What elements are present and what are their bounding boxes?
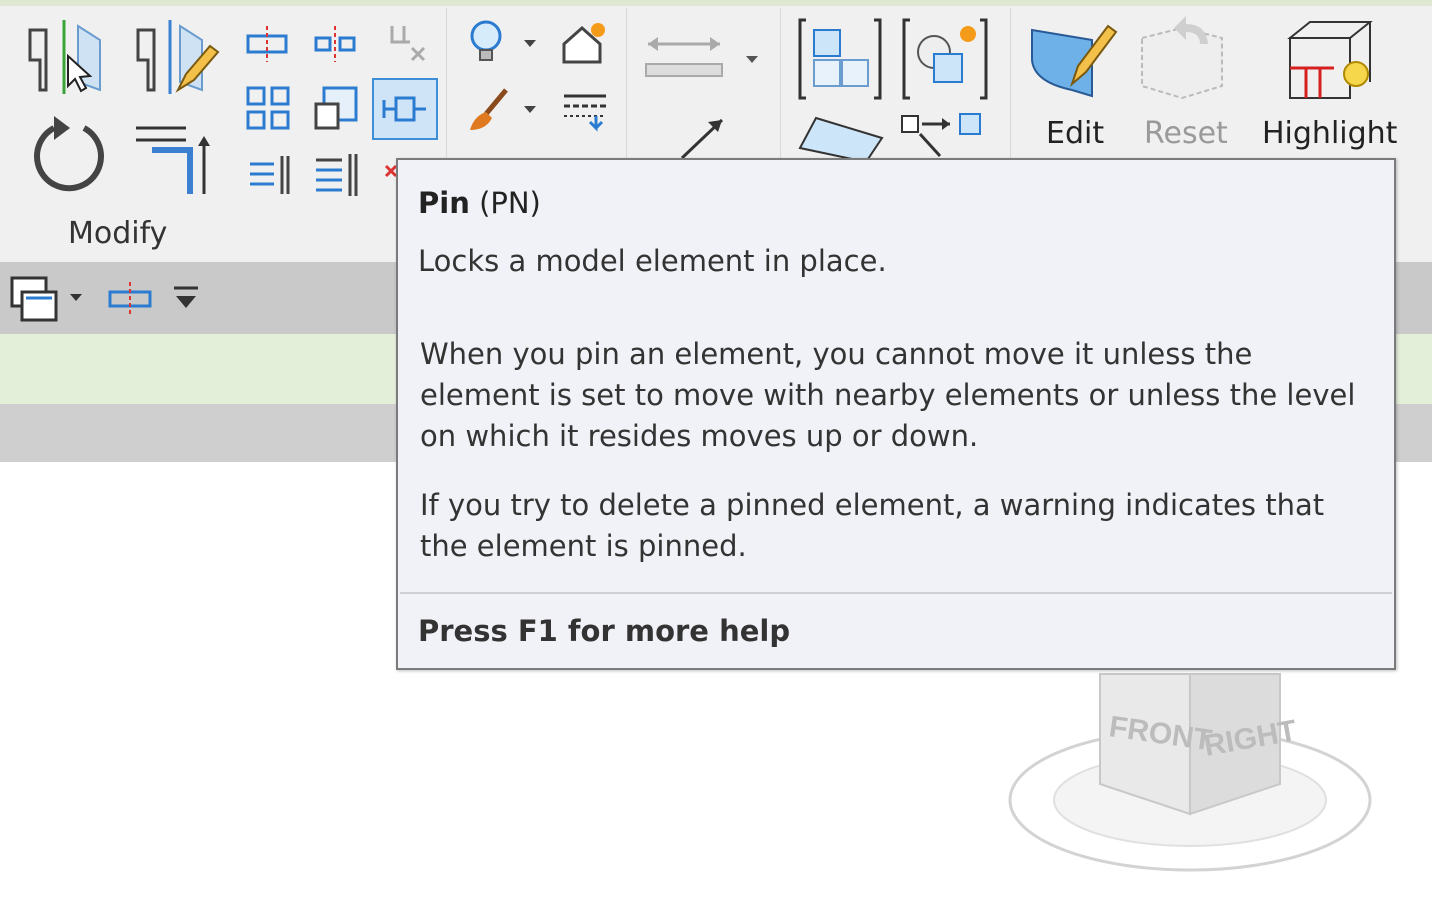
split-element-icon [384, 22, 430, 64]
edit-label[interactable]: Edit [1046, 116, 1104, 151]
offset-icon[interactable] [312, 26, 358, 62]
tooltip-shortcut: (PN) [479, 186, 541, 220]
highlight-label[interactable]: Highlight [1262, 116, 1397, 151]
mirror-draw-axis-icon[interactable] [312, 150, 360, 198]
tooltip-body-paragraph-1: When you pin an element, you cannot move… [420, 337, 1356, 453]
reset-label: Reset [1144, 116, 1228, 151]
line-pattern-icon[interactable] [560, 90, 610, 134]
paint-dropdown-icon[interactable] [522, 104, 538, 116]
align-icon[interactable] [244, 26, 290, 62]
align-small-icon[interactable] [106, 282, 154, 316]
rotate-icon[interactable] [28, 114, 110, 196]
ribbon-top-line [0, 0, 1432, 6]
create-assembly-icon[interactable] [900, 112, 990, 162]
match-type-icon[interactable] [24, 16, 106, 98]
pin-tooltip: Pin (PN) Locks a model element in place.… [396, 158, 1396, 670]
match-properties-icon[interactable] [134, 16, 220, 98]
dimension-icon[interactable] [676, 112, 736, 162]
highlight-icon[interactable] [1286, 14, 1376, 104]
tooltip-command-name: Pin [418, 186, 470, 220]
select-dropdown-icon[interactable] [68, 292, 84, 304]
mirror-axis-icon[interactable] [244, 150, 292, 198]
reset-icon [1138, 14, 1228, 104]
tooltip-body-paragraph-2: If you try to delete a pinned element, a… [420, 488, 1325, 563]
select-window-icon[interactable] [10, 276, 58, 322]
paint-brush-icon[interactable] [466, 86, 514, 134]
create-group-icon[interactable] [796, 16, 884, 102]
tooltip-divider [400, 592, 1392, 594]
modify-panel-label: Modify [68, 216, 168, 251]
scale-icon[interactable] [312, 84, 360, 132]
render-house-icon[interactable] [560, 20, 610, 66]
measure-dropdown-icon[interactable] [744, 54, 760, 66]
array-icon[interactable] [244, 84, 292, 132]
pin-icon[interactable] [372, 78, 438, 140]
create-similar-icon[interactable] [900, 16, 990, 102]
create-parts-icon[interactable] [796, 112, 886, 164]
trim-extend-icon[interactable] [132, 114, 218, 200]
lightbulb-dropdown-icon[interactable] [522, 38, 538, 50]
viewcube[interactable]: FRONT RIGHT [1000, 660, 1380, 894]
filter-icon[interactable] [172, 284, 200, 314]
lightbulb-icon[interactable] [466, 18, 510, 68]
measure-icon[interactable] [642, 28, 726, 80]
edit-icon[interactable] [1028, 14, 1118, 104]
tooltip-description: Locks a model element in place. [418, 244, 887, 278]
tooltip-title: Pin (PN) [418, 186, 541, 220]
tooltip-help-hint: Press F1 for more help [418, 614, 791, 648]
